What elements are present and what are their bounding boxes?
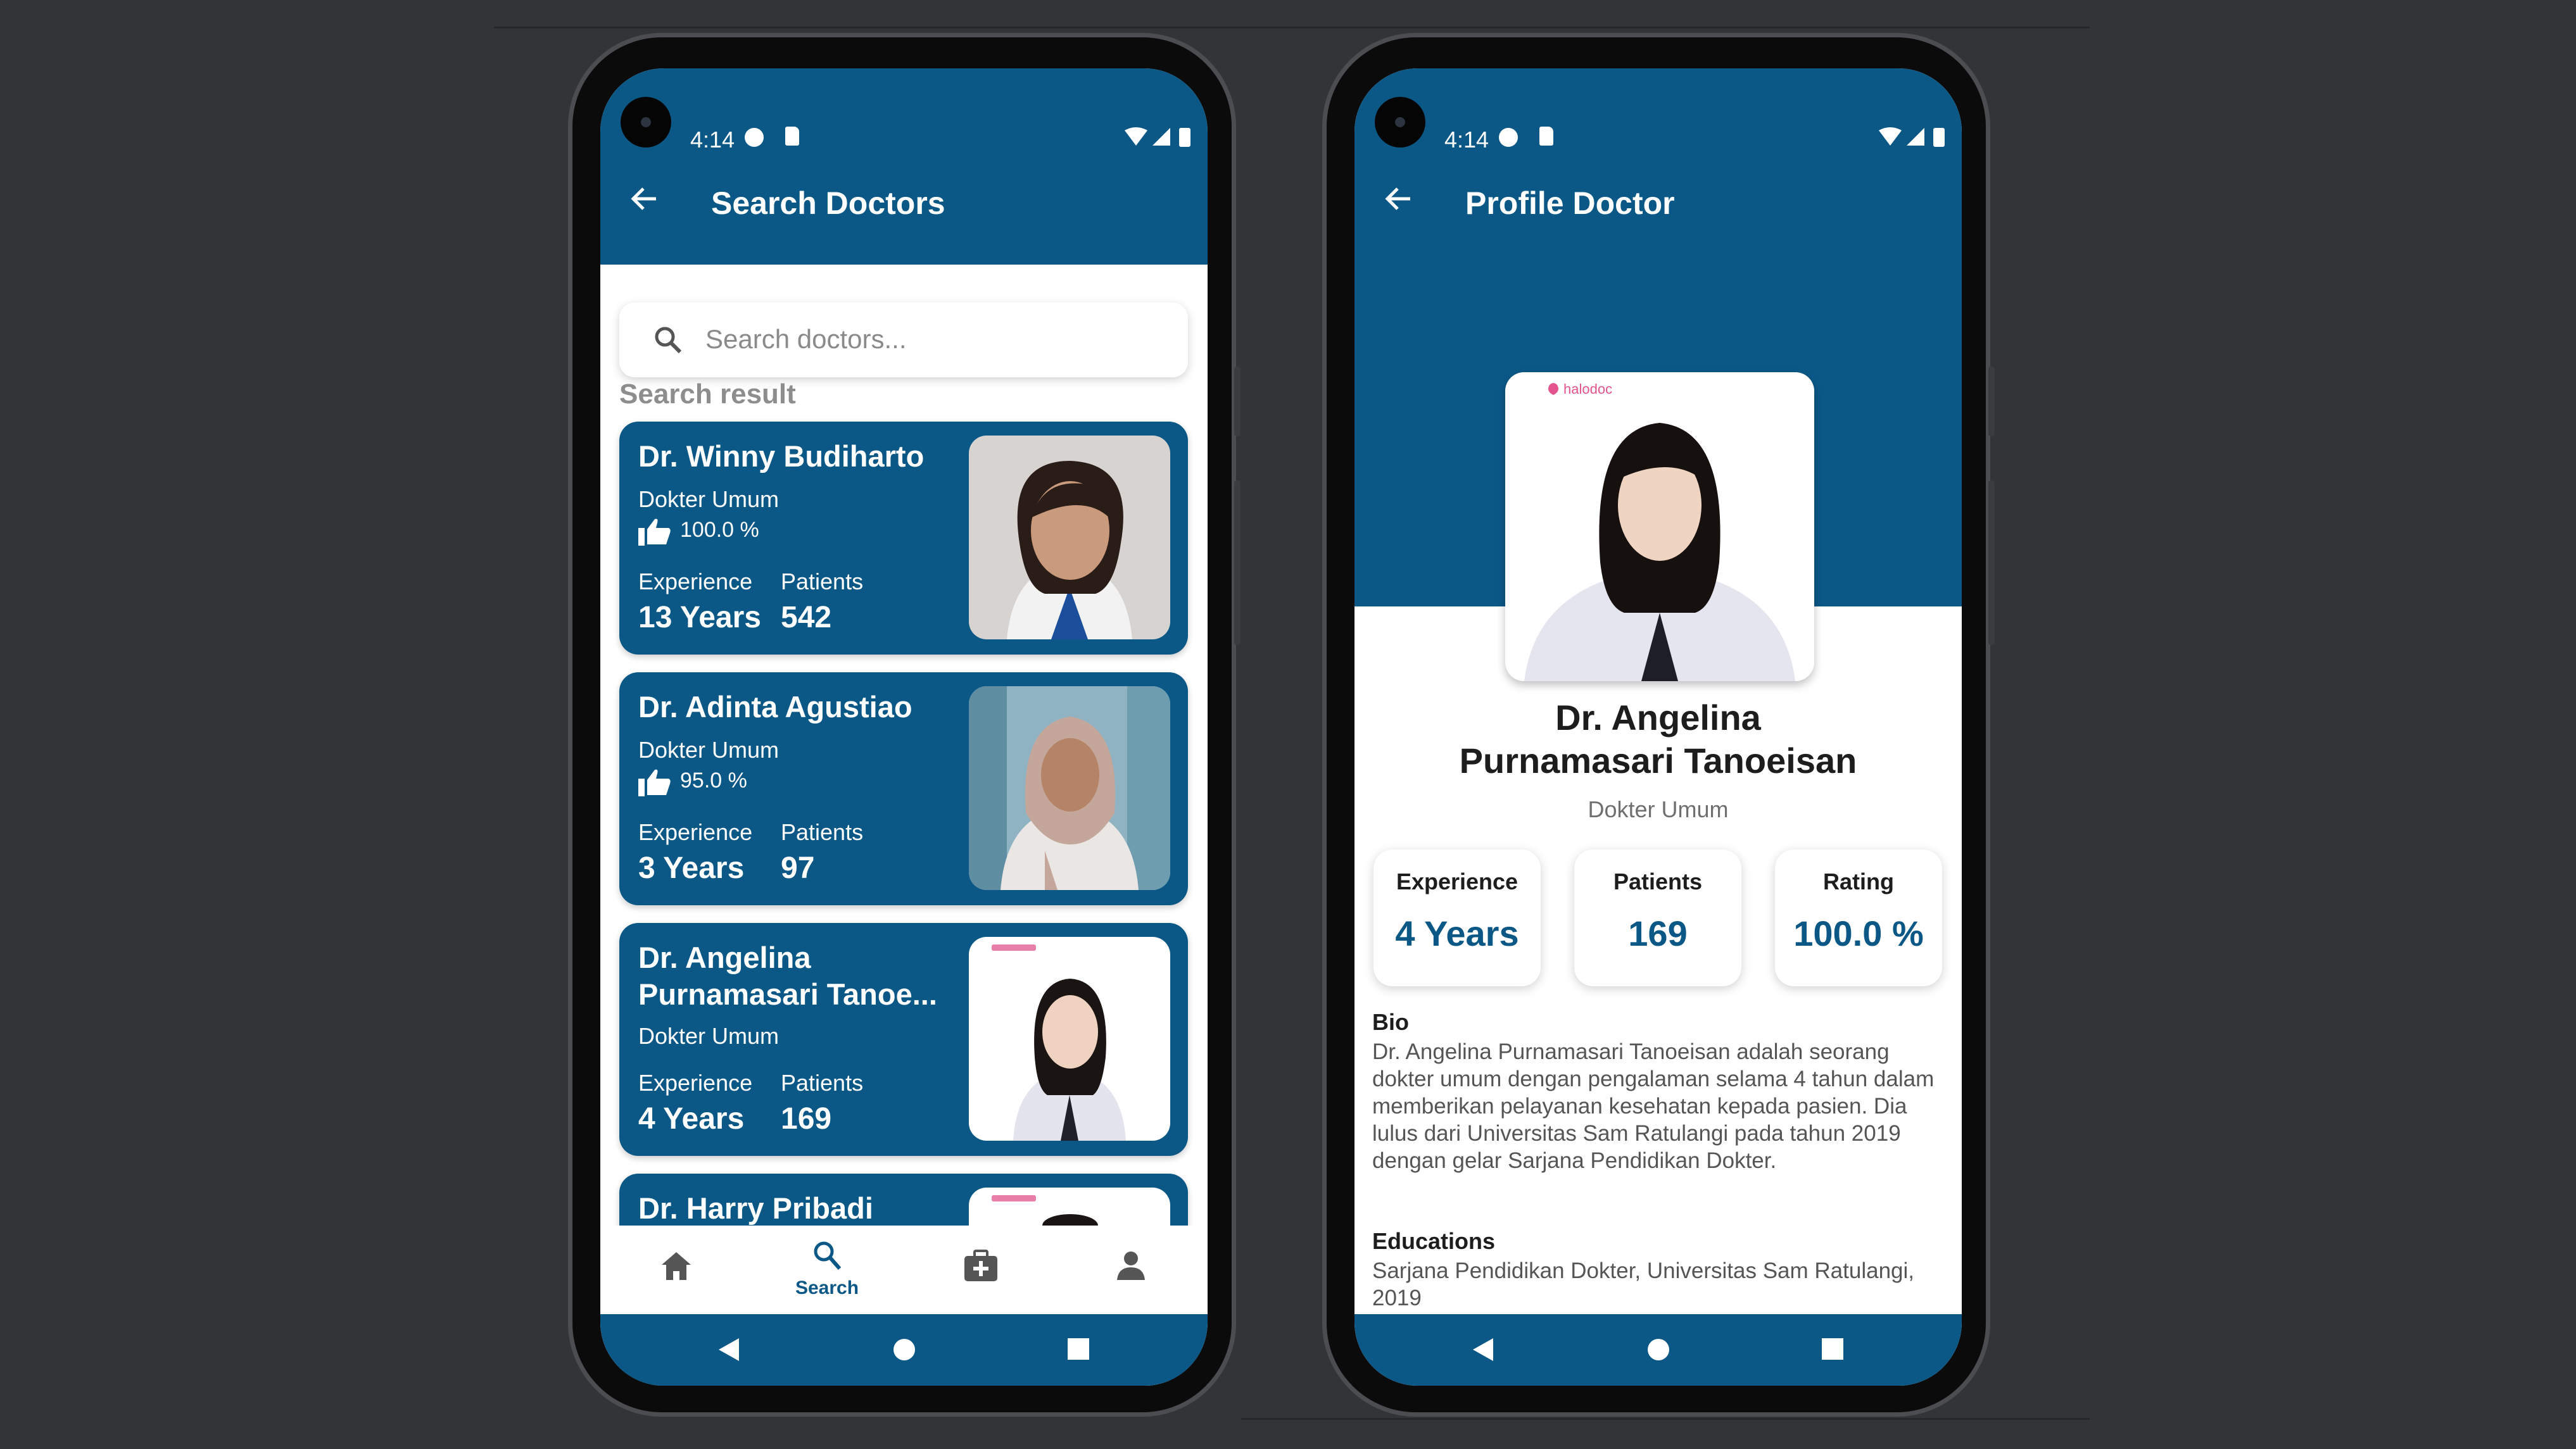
stat-value: 100.0 % <box>1793 913 1924 953</box>
nav-back-icon[interactable] <box>1472 1337 1494 1362</box>
thumbs-up-icon <box>638 769 671 796</box>
doctor-name: Dr. Angelina Purnamasari Tanoeisan <box>1459 698 1857 781</box>
experience-label: Experience <box>638 1070 753 1096</box>
nav-profile[interactable] <box>1068 1226 1194 1314</box>
patients-label: Patients <box>781 1070 864 1096</box>
nav-medical[interactable] <box>917 1226 1044 1314</box>
stat-label: Experience <box>1396 869 1518 894</box>
doctor-specialty: Dokter Umum <box>638 737 780 763</box>
sd-card-icon <box>785 127 799 146</box>
home-icon <box>662 1252 691 1280</box>
notification-icon <box>745 128 764 147</box>
doctor-name: Dr. Winny Budiharto <box>638 439 925 473</box>
notification-icon <box>1499 128 1518 147</box>
doctor-card[interactable]: Dr. Adinta Agustiao Dokter Umum 95.0 % E… <box>619 672 1188 905</box>
signal-wifi-battery-icon <box>1125 127 1190 147</box>
patients-value: 97 <box>781 851 815 885</box>
nav-home-circle-icon[interactable] <box>1646 1337 1671 1362</box>
experience-label: Experience <box>638 819 753 845</box>
experience-value: 3 Years <box>638 851 745 885</box>
doctor-photo <box>969 436 1170 639</box>
nav-search-label: Search <box>795 1277 859 1298</box>
profile-screen: 4:14 Profile Doctor halodoc Dr. Angelina… <box>1354 68 1962 1386</box>
search-screen: 4:14 Search Doctors Search doctors... Se… <box>600 68 1208 1386</box>
side-button <box>1988 367 1995 436</box>
experience-stat-card: Experience 4 Years <box>1373 850 1541 986</box>
person-icon <box>1117 1251 1145 1280</box>
educations-text: Sarjana Pendidikan Dokter, Universitas S… <box>1372 1258 1914 1310</box>
stat-label: Rating <box>1823 869 1894 894</box>
doctor-card[interactable]: Dr. Angelina Purnamasari Tanoe... Dokter… <box>619 923 1188 1156</box>
system-navigation-bar <box>600 1314 1208 1386</box>
doctor-specialty: Dokter Umum <box>638 1023 780 1049</box>
volume-button <box>1234 480 1241 645</box>
rating-stat-card: Rating 100.0 % <box>1775 850 1942 986</box>
camera-icon <box>621 97 671 147</box>
page-title: Profile Doctor <box>1465 185 1675 221</box>
search-input[interactable]: Search doctors... <box>619 303 1188 377</box>
doctor-specialty: Dokter Umum <box>638 486 780 512</box>
medical-kit-icon <box>964 1250 997 1281</box>
search-icon <box>655 327 682 354</box>
phone-frame-profile: 4:14 Profile Doctor halodoc Dr. Angelina… <box>1322 33 1995 1417</box>
educations-title: Educations <box>1372 1228 1496 1254</box>
back-arrow-icon[interactable] <box>626 180 664 218</box>
system-navigation-bar <box>1354 1314 1962 1386</box>
stat-value: 4 Years <box>1395 913 1519 953</box>
experience-label: Experience <box>638 568 753 594</box>
page-title: Search Doctors <box>711 185 945 221</box>
doctor-rating: 100.0 % <box>638 517 759 546</box>
experience-value: 13 Years <box>638 601 761 634</box>
volume-button <box>1988 480 1995 645</box>
patients-label: Patients <box>781 819 864 845</box>
nav-search[interactable]: Search <box>764 1226 890 1314</box>
thumbs-up-icon <box>638 518 671 546</box>
bio-text: Dr. Angelina Purnamasari Tanoeisan adala… <box>1372 1039 1935 1173</box>
bottom-divider <box>1241 1418 2090 1420</box>
phone-frame-search: 4:14 Search Doctors Search doctors... Se… <box>568 33 1241 1417</box>
nav-home-circle-icon[interactable] <box>892 1337 917 1362</box>
patients-label: Patients <box>781 568 864 594</box>
doctor-photo <box>969 686 1170 890</box>
camera-icon <box>1375 97 1425 147</box>
bottom-navigation: Search <box>600 1226 1208 1314</box>
search-placeholder: Search doctors... <box>705 324 907 354</box>
nav-home[interactable] <box>613 1226 740 1314</box>
nav-recents-icon[interactable] <box>1821 1337 1845 1361</box>
search-icon <box>814 1241 842 1270</box>
halodoc-logo: halodoc <box>1563 381 1612 397</box>
doctor-name: Dr. Adinta Agustiao <box>638 690 912 724</box>
patients-stat-card: Patients 169 <box>1574 850 1741 986</box>
search-result-label: Search result <box>619 379 796 410</box>
doctor-name: Dr. Harry Pribadi <box>638 1191 873 1225</box>
app-bar: Search Doctors <box>600 157 1208 265</box>
stat-label: Patients <box>1613 869 1703 894</box>
nav-recents-icon[interactable] <box>1066 1337 1090 1361</box>
patients-value: 169 <box>781 1102 832 1136</box>
side-button <box>1234 367 1241 436</box>
status-bar: 4:14 <box>600 68 1208 157</box>
top-divider <box>494 27 2090 28</box>
doctor-specialty: Dokter Umum <box>1588 796 1729 822</box>
bio-title: Bio <box>1372 1009 1409 1035</box>
status-time: 4:14 <box>690 127 735 153</box>
patients-value: 542 <box>781 601 832 634</box>
app-bar: Profile Doctor <box>1354 157 1962 265</box>
nav-back-icon[interactable] <box>717 1337 740 1362</box>
doctor-name: Dr. Angelina Purnamasari Tanoe... <box>638 941 937 1011</box>
doctor-photo <box>969 937 1170 1141</box>
experience-value: 4 Years <box>638 1102 745 1136</box>
rating-value: 95.0 % <box>680 768 747 793</box>
sd-card-icon <box>1539 127 1553 146</box>
stat-value: 169 <box>1628 913 1688 953</box>
status-time: 4:14 <box>1444 127 1489 153</box>
doctor-card[interactable]: Dr. Winny Budiharto Dokter Umum 100.0 % … <box>619 422 1188 655</box>
doctor-rating: 95.0 % <box>638 767 747 796</box>
status-bar: 4:14 <box>1354 68 1962 157</box>
rating-value: 100.0 % <box>680 517 759 542</box>
signal-wifi-battery-icon <box>1879 127 1945 147</box>
back-arrow-icon[interactable] <box>1380 180 1418 218</box>
doctor-profile-photo: halodoc <box>1505 372 1814 681</box>
